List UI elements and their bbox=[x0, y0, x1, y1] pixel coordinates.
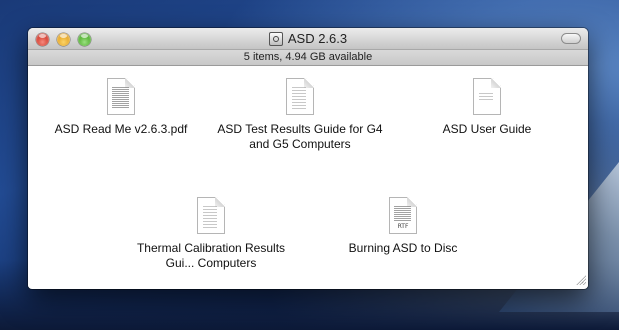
pdf-document-icon[interactable] bbox=[197, 197, 225, 234]
rtf-document-icon[interactable]: RTF bbox=[389, 197, 417, 234]
title-bar[interactable]: ASD 2.6.3 bbox=[28, 28, 588, 50]
file-label[interactable]: ASD Test Results Guide for G4 and G5 Com… bbox=[215, 122, 385, 152]
file-label[interactable]: ASD Read Me v2.6.3.pdf bbox=[36, 122, 206, 137]
file-item-asd-read-me[interactable]: ASD Read Me v2.6.3.pdf bbox=[36, 78, 206, 137]
window-title-text: ASD 2.6.3 bbox=[287, 31, 348, 46]
status-text: 5 items, 4.94 GB available bbox=[243, 51, 373, 63]
file-item-asd-test-results-guide[interactable]: ASD Test Results Guide for G4 and G5 Com… bbox=[215, 78, 385, 152]
pdf-document-icon[interactable] bbox=[286, 78, 314, 115]
file-item-burning-asd-to-disc[interactable]: RTF Burning ASD to Disc bbox=[318, 197, 488, 256]
window-title: ASD 2.6.3 bbox=[28, 31, 588, 46]
file-item-asd-user-guide[interactable]: ASD User Guide bbox=[402, 78, 572, 137]
status-bar: 5 items, 4.94 GB available bbox=[28, 50, 588, 66]
icon-view[interactable]: ASD Read Me v2.6.3.pdf ASD Test Results … bbox=[28, 66, 588, 287]
pdf-document-icon[interactable] bbox=[107, 78, 135, 115]
file-item-thermal-calibration[interactable]: Thermal Calibration Results Gui... Compu… bbox=[126, 197, 296, 271]
finder-window: ASD 2.6.3 5 items, 4.94 GB available ASD… bbox=[28, 28, 588, 289]
document-icon[interactable] bbox=[473, 78, 501, 115]
file-label[interactable]: Thermal Calibration Results Gui... Compu… bbox=[126, 241, 296, 271]
disk-image-icon[interactable] bbox=[268, 31, 283, 46]
file-label[interactable]: ASD User Guide bbox=[402, 122, 572, 137]
toolbar-toggle-button[interactable] bbox=[561, 33, 581, 44]
file-label[interactable]: Burning ASD to Disc bbox=[318, 241, 488, 256]
rtf-tag: RTF bbox=[390, 223, 416, 230]
resize-grip[interactable] bbox=[575, 274, 586, 285]
